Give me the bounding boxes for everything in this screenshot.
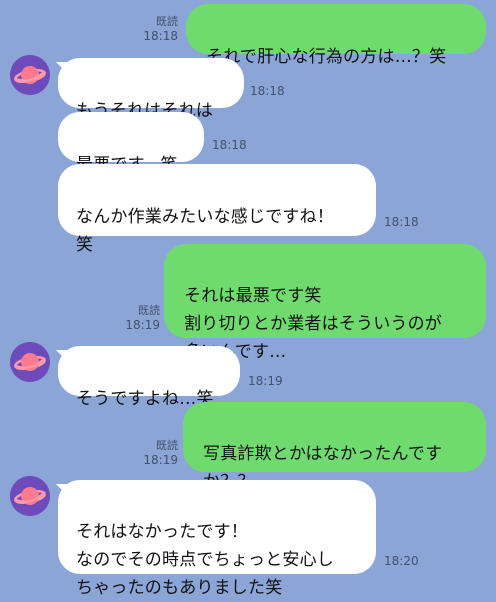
message-time: 18:19	[248, 374, 283, 388]
message-time: 18:18	[212, 138, 247, 152]
planet-icon	[10, 476, 50, 516]
read-receipt: 既読	[156, 15, 178, 28]
message-time: 18:18	[384, 215, 419, 229]
message-time: 18:19	[143, 453, 178, 467]
message-time: 18:18	[250, 84, 285, 98]
message-bubble-incoming[interactable]: なんか作業みたいな感じですね！ 笑	[58, 164, 376, 255]
read-receipt: 既読	[138, 304, 160, 317]
message-meta: 既読 18:19	[120, 303, 160, 333]
message-bubble-outgoing[interactable]: それは最悪です笑 割り切りとか業者はそういうのが 多いんです…	[164, 244, 486, 362]
planet-icon	[10, 55, 50, 95]
planet-icon	[10, 342, 50, 382]
message-time: 18:20	[384, 554, 419, 568]
chat-view: 既読 18:18 それで肝心な行為の方は…？笑 もうそれはそれは 18:18 最…	[0, 0, 496, 598]
read-receipt: 既読	[156, 439, 178, 452]
message-bubble-incoming[interactable]: それはなかったです！ なのでその時点でちょっと安心し ちゃったのもありました笑	[58, 480, 376, 598]
message-bubble-incoming[interactable]: 最悪です。笑	[58, 112, 204, 175]
message-bubble-outgoing[interactable]: それで肝心な行為の方は…？笑	[186, 4, 486, 67]
message-bubble-outgoing[interactable]: 写真詐欺とかはなかったんです か？？	[183, 402, 486, 492]
message-time: 18:19	[125, 318, 160, 332]
message-text: それで肝心な行為の方は…？笑	[206, 47, 447, 67]
message-bubble-incoming[interactable]: もうそれはそれは	[58, 58, 244, 121]
contact-avatar[interactable]	[10, 55, 50, 95]
message-bubble-incoming[interactable]: そうですよね…笑	[58, 346, 240, 409]
contact-avatar[interactable]	[10, 342, 50, 382]
contact-avatar[interactable]	[10, 476, 50, 516]
message-meta: 既読 18:19	[138, 438, 178, 468]
message-text: それはなかったです！ なのでその時点でちょっと安心し ちゃったのもありました笑	[76, 522, 334, 598]
message-time: 18:18	[143, 29, 178, 43]
message-meta: 既読 18:18	[138, 14, 178, 44]
